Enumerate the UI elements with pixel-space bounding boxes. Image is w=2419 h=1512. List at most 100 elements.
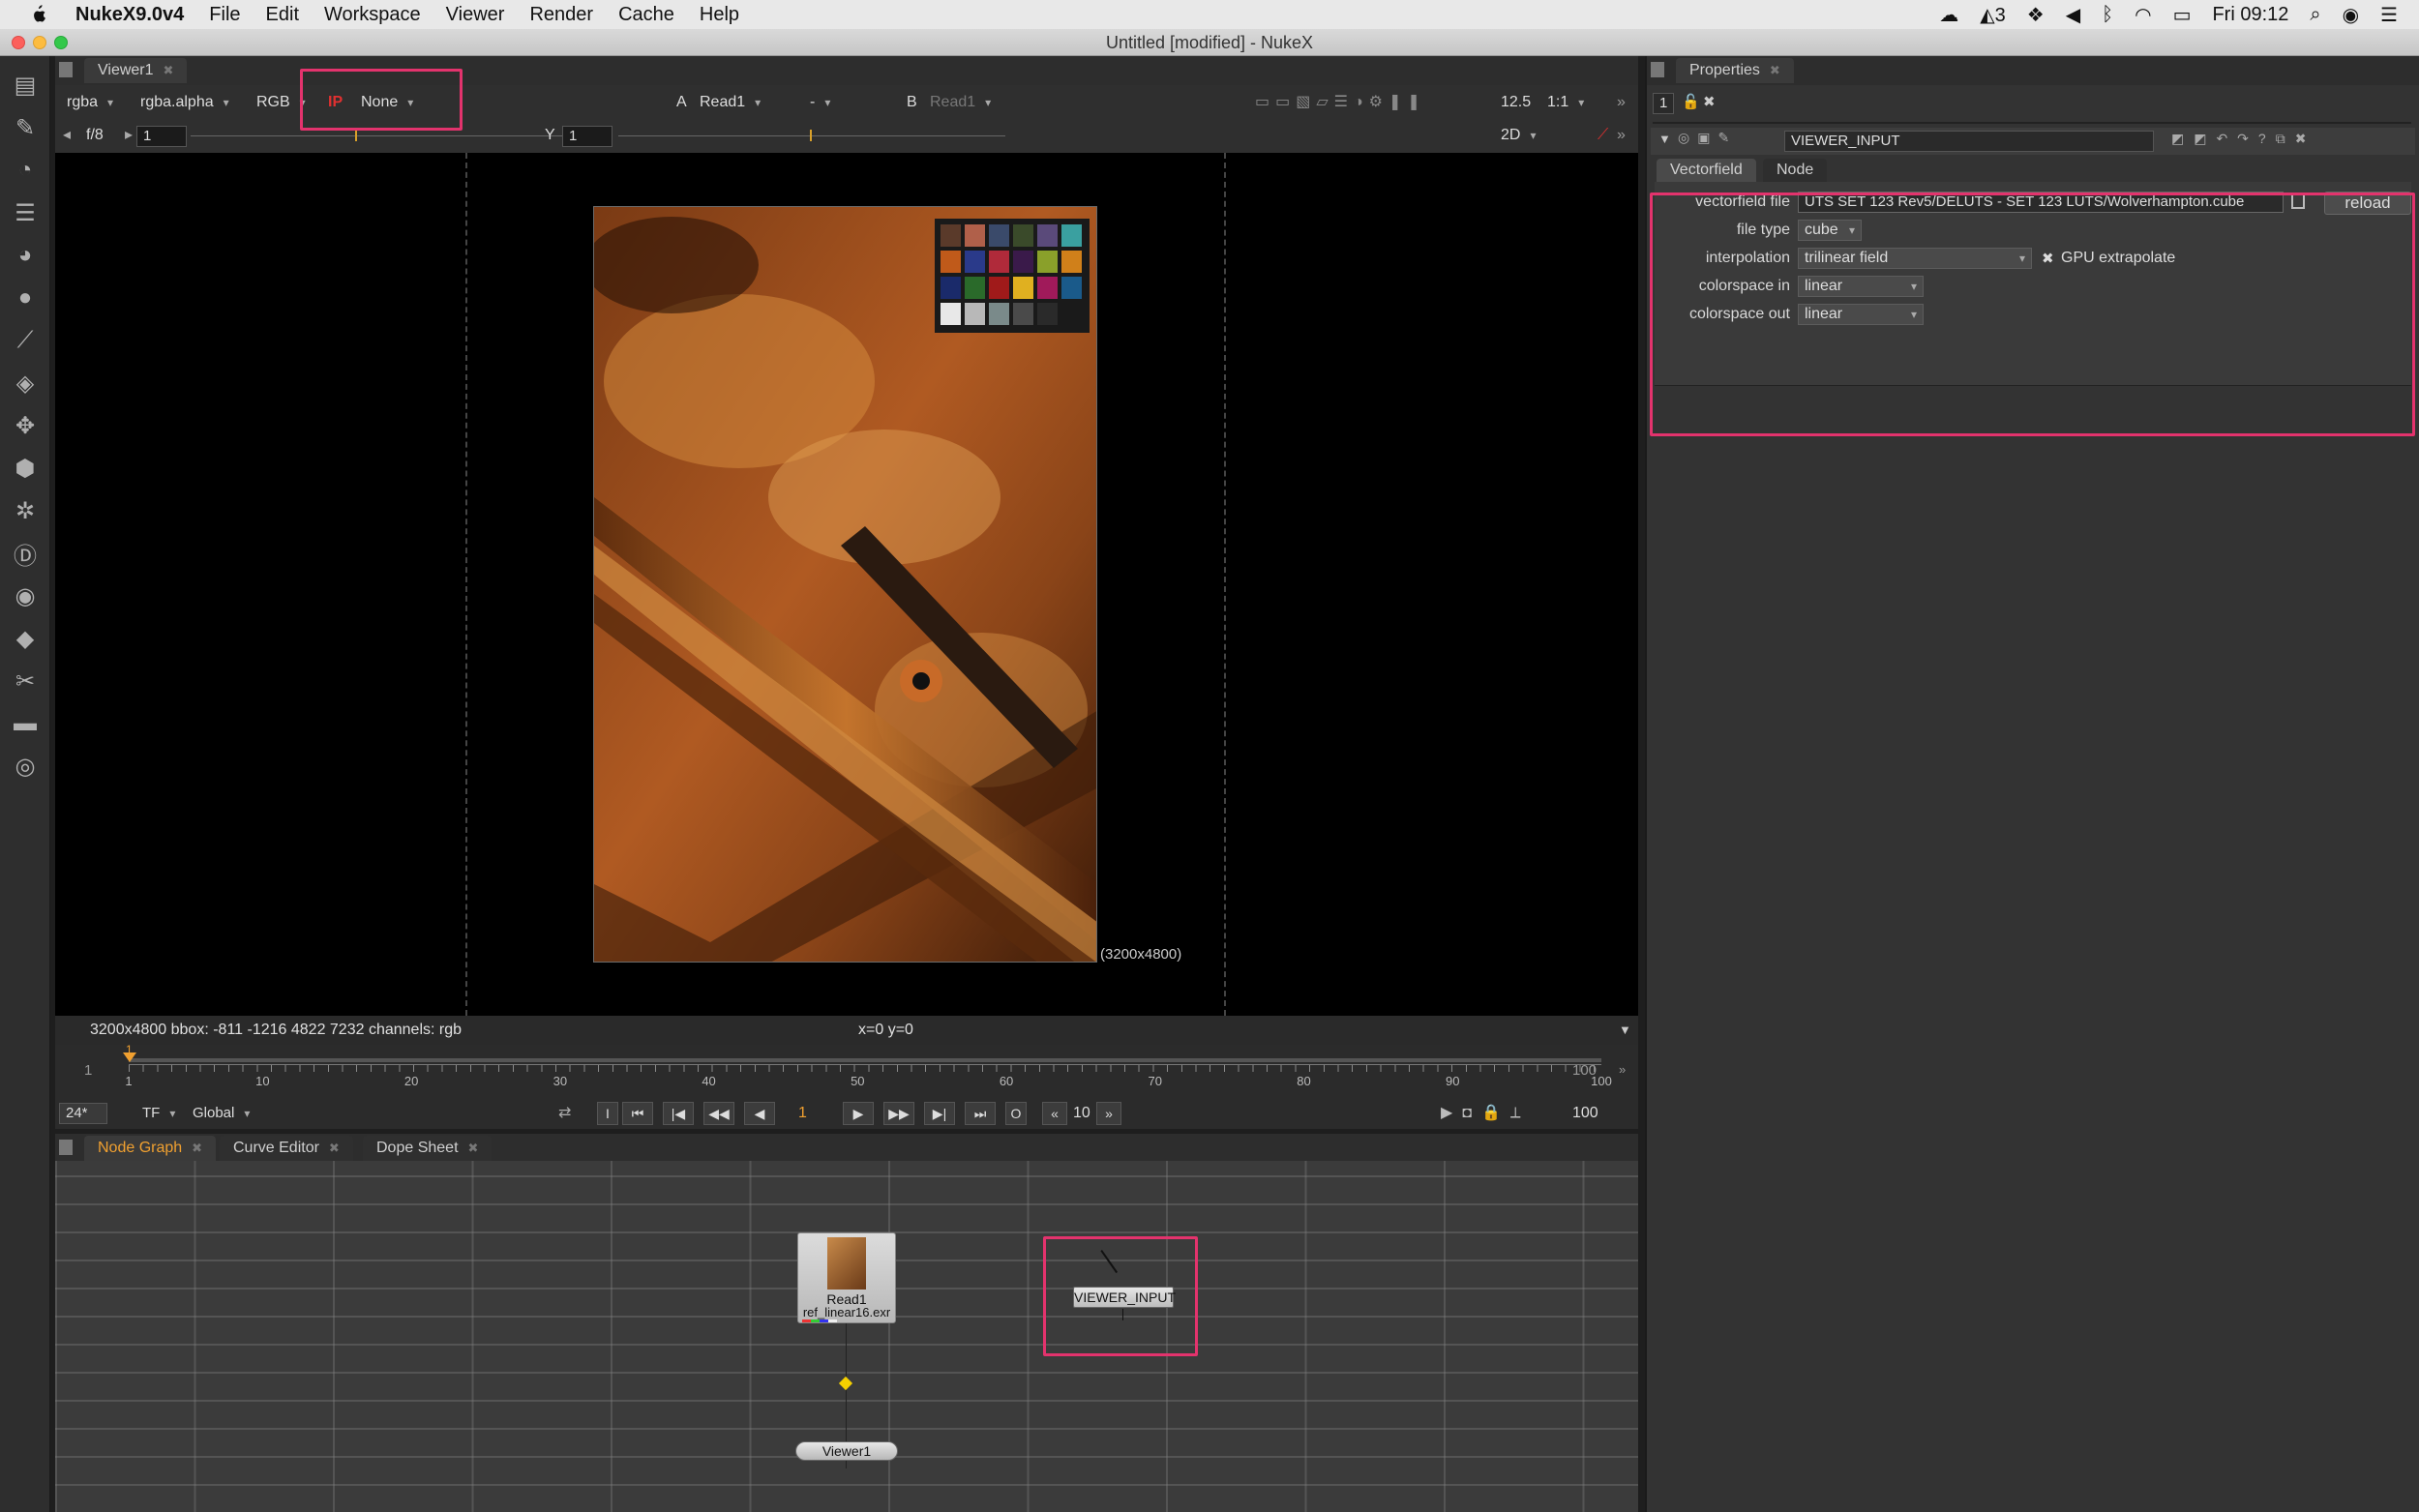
other-nodes-icon[interactable]: ▬ [10,708,41,739]
menu-help[interactable]: Help [700,4,739,26]
view-mode-dropdown[interactable]: 2D [1501,124,1578,147]
clear-panels-icon[interactable]: ✖ [1703,93,1716,110]
dropbox-icon[interactable]: ❖ [2027,3,2045,27]
gamma-slider[interactable] [618,135,1005,136]
file-browse-icon[interactable] [2291,193,2305,209]
tab-properties[interactable]: Properties ✖ [1676,58,1794,83]
bluetooth-icon[interactable]: ᛒ [2102,4,2113,26]
node-graph-canvas[interactable]: Read1 ref_linear16.exr VIEWER_INPUT View… [55,1161,1638,1512]
play-backward-button[interactable]: ◀ [744,1102,775,1125]
menu-workspace[interactable]: Workspace [324,4,421,26]
image-nodes-icon[interactable]: ▤ [10,70,41,101]
expand-controls-2-icon[interactable]: » [1617,124,1626,147]
spotlight-search-icon[interactable]: ⌕ [2310,4,2320,26]
timeline-start-frame[interactable]: 1 [84,1062,92,1079]
first-frame-button[interactable]: ⏮ [622,1102,653,1125]
input-process-dropdown[interactable]: None [361,91,448,114]
read1-node[interactable]: Read1 ref_linear16.exr [797,1232,896,1323]
app-name[interactable]: NukeX9.0v4 [75,4,184,26]
out-frame[interactable]: 100 [1572,1102,1598,1125]
a-input-dropdown[interactable]: Read1 [700,91,791,114]
merge-nodes-icon[interactable]: ◈ [10,368,41,399]
channel-nodes-icon[interactable]: ☰ [10,197,41,228]
metadata-nodes-icon[interactable]: ◆ [10,623,41,654]
reload-button[interactable]: reload [2324,192,2411,215]
node-name-field[interactable]: VIEWER_INPUT [1784,131,2154,152]
transform-nodes-icon[interactable]: ✥ [10,410,41,441]
lock-panels-icon[interactable]: 🔓 [1682,93,1700,110]
display-channel-dropdown[interactable]: RGB [256,91,306,114]
alpha-channel-dropdown[interactable]: rgba.alpha [140,91,229,114]
viewer-toggle-icons[interactable]: ▭▭▧▱☰◑⚙❚❚ [1255,91,1426,114]
apple-logo-icon[interactable] [25,4,50,25]
colorspace-out-dropdown[interactable]: linear [1798,304,1924,325]
viewer-canvas[interactable]: (3200x4800) [55,153,1638,1016]
input-process-toggle[interactable]: IP [328,91,343,114]
creative-cloud-icon[interactable]: ☁ [1939,3,1958,27]
time-nodes-icon[interactable]: ◔ [10,155,41,186]
tab-dope-sheet[interactable]: Dope Sheet ✖ [363,1136,493,1161]
notification-center-icon[interactable]: ☰ [2380,3,2398,27]
close-window-button[interactable] [12,36,25,49]
timeline-expand-icon[interactable]: » [1619,1062,1626,1077]
gamma-slider-handle[interactable] [810,130,812,141]
b-input-dropdown[interactable]: Read1 [930,91,1021,114]
play-forward-button[interactable]: ▶ [843,1102,874,1125]
info-expand-icon[interactable]: ▼ [1619,1016,1631,1045]
3d-nodes-icon[interactable]: ⬢ [10,453,41,484]
close-tab-icon[interactable]: ✖ [192,1141,202,1155]
volume-icon[interactable]: ◀ [2066,3,2080,27]
prev-increment-button[interactable]: ◀◀ [703,1102,734,1125]
time-format-dropdown[interactable]: TF [142,1102,175,1125]
viewer-input-node[interactable]: VIEWER_INPUT [1073,1287,1176,1308]
pane-menu-icon-3[interactable] [1651,62,1664,77]
max-panels-field[interactable]: 1 [1653,93,1674,114]
channels-dropdown[interactable]: rgba [67,91,113,114]
keyer-nodes-icon[interactable]: ⟋ [10,325,41,356]
gpu-extrapolate-checkbox[interactable]: ✖ [2042,250,2054,267]
clock[interactable]: Fri 09:12 [2212,4,2288,26]
vectorfield-file-field[interactable]: UTS SET 123 Rev5/DELUTS - SET 123 LUTS/W… [1798,192,2284,213]
timeline-track[interactable]: 1 1 10 20 30 40 50 60 70 80 90 100 [123,1043,1612,1089]
gain-slider-handle[interactable] [355,130,357,141]
adobe-icon[interactable]: ◭3 [1980,3,2006,27]
close-tab-icon[interactable]: ✖ [329,1141,340,1155]
out-point-button[interactable]: O [1005,1102,1027,1125]
last-frame-button[interactable]: ⏭ [965,1102,996,1125]
timeline-range-bar[interactable] [129,1058,1601,1062]
wipe-mode-dropdown[interactable]: - [810,91,887,114]
current-frame[interactable]: 1 [798,1102,807,1125]
tab-curve-editor[interactable]: Curve Editor ✖ [220,1136,353,1161]
colorspace-in-dropdown[interactable]: linear [1798,276,1924,297]
node-tool-icons[interactable]: ◎▣✎ [1678,130,1737,146]
minimize-window-button[interactable] [33,36,46,49]
toolsets-icon[interactable]: ✂ [10,666,41,697]
playback-mode-icon[interactable]: ⇄ [558,1102,571,1125]
menu-viewer[interactable]: Viewer [446,4,505,26]
tab-vectorfield[interactable]: Vectorfield [1657,159,1756,182]
menu-cache[interactable]: Cache [618,4,674,26]
ratio-dropdown[interactable]: 1:1 [1547,91,1605,114]
close-tab-icon[interactable]: ✖ [164,63,174,77]
pane-menu-icon[interactable] [59,62,73,77]
next-increment-button[interactable]: ▶▶ [883,1102,914,1125]
zoom-value[interactable]: 12.5 [1501,91,1531,114]
close-tab-icon[interactable]: ✖ [468,1141,479,1155]
wifi-icon[interactable]: ◠ [2135,3,2151,27]
step-forward-button[interactable]: » [1096,1102,1121,1125]
expand-controls-icon[interactable]: » [1617,91,1626,114]
close-tab-icon[interactable]: ✖ [1770,63,1780,77]
fstop-increase-icon[interactable]: ▸ [125,124,133,147]
frame-range-dropdown[interactable]: Global [193,1102,266,1125]
flipbook-icons[interactable]: ▶◘🔒⟂ [1441,1102,1531,1125]
node-header-actions[interactable]: ◩◩↶↷?⧉✖ [2171,131,2315,147]
fstop-decrease-icon[interactable]: ◂ [63,124,71,147]
step-value[interactable]: 10 [1073,1102,1090,1125]
deep-nodes-icon[interactable]: Ⓓ [10,538,41,570]
draw-nodes-icon[interactable]: ✎ [10,112,41,143]
menu-edit[interactable]: Edit [266,4,299,26]
collapse-icon[interactable]: ▼ [1658,132,1671,146]
user-icon[interactable]: ◉ [2343,3,2359,27]
step-back-button[interactable]: « [1042,1102,1067,1125]
furnace-nodes-icon[interactable]: ◎ [10,751,41,782]
